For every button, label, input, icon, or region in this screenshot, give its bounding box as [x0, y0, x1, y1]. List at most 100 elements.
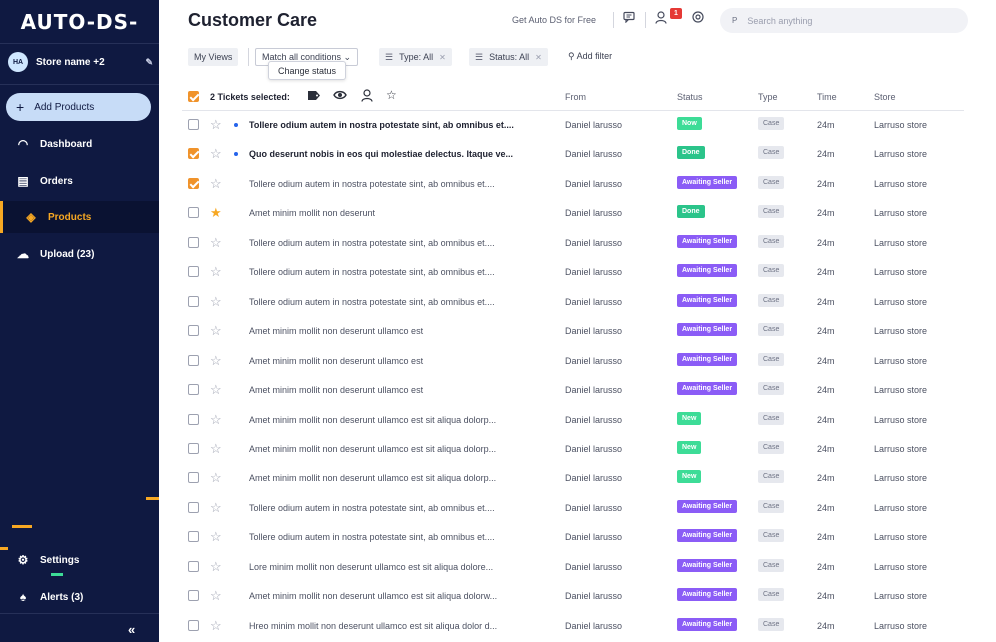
status-badge[interactable]: Awaiting Seller — [677, 499, 738, 513]
table-row[interactable]: ☆ Hreo minim mollit non deserunt ullamco … — [182, 612, 964, 641]
star-icon[interactable]: ★ — [210, 205, 222, 221]
search-bar[interactable]: P — [720, 8, 968, 33]
get-auto-ds-link[interactable]: Get Auto DS for Free — [512, 15, 596, 25]
row-checkbox[interactable] — [188, 148, 199, 160]
ticket-subject[interactable]: Tollere odium autem in nostra potestate … — [249, 120, 514, 130]
column-header-store[interactable]: Store — [874, 92, 896, 102]
close-icon[interactable]: ✕ — [439, 53, 446, 62]
ticket-subject[interactable]: Tollere odium autem in nostra potestate … — [249, 297, 495, 307]
table-row[interactable]: ☆ Tollere odium autem in nostra potestate… — [182, 494, 964, 523]
status-filter-chip[interactable]: ☰ Status: All ✕ — [469, 48, 548, 66]
star-icon[interactable]: ☆ — [210, 235, 222, 251]
search-input[interactable] — [747, 15, 948, 26]
star-icon[interactable]: ☆ — [210, 470, 222, 486]
status-badge[interactable]: Awaiting Seller — [677, 234, 738, 248]
star-icon[interactable]: ☆ — [210, 264, 222, 280]
star-icon[interactable]: ☆ — [210, 588, 222, 604]
pencil-icon[interactable]: ✎ — [145, 57, 153, 68]
row-checkbox[interactable] — [188, 295, 199, 307]
eye-icon[interactable] — [333, 89, 347, 104]
row-checkbox[interactable] — [188, 619, 199, 631]
star-icon[interactable]: ☆ — [210, 323, 222, 339]
star-icon[interactable]: ☆ — [210, 500, 222, 516]
table-row[interactable]: ☆ Tollere odium autem in nostra potestate… — [182, 258, 964, 287]
ticket-subject[interactable]: Tollere odium autem in nostra potestate … — [249, 503, 495, 513]
star-icon[interactable]: ☆ — [210, 529, 222, 545]
row-checkbox[interactable] — [188, 354, 199, 366]
ticket-subject[interactable]: Quo deserunt nobis in eos qui molestiae … — [249, 149, 513, 159]
logo[interactable]: AUTO-DS- — [0, 0, 159, 44]
row-checkbox[interactable] — [188, 560, 199, 572]
table-row[interactable]: ☆ Amet minim mollit non deserunt ullamco … — [182, 435, 964, 464]
table-row[interactable]: ☆ Amet minim mollit non deserunt ullamco … — [182, 317, 964, 346]
sidebar-item-orders[interactable]: ▤ Orders — [0, 165, 159, 197]
store-selector[interactable]: HA Store name +2 ✎ — [8, 50, 153, 74]
ticket-subject[interactable]: Tollere odium autem in nostra potestate … — [249, 532, 495, 542]
status-badge[interactable]: Awaiting Seller — [677, 529, 738, 543]
star-icon[interactable]: ☆ — [210, 559, 222, 575]
collapse-sidebar-icon[interactable]: « — [128, 622, 135, 637]
column-header-status[interactable]: Status — [677, 92, 703, 102]
user-icon[interactable] — [655, 11, 667, 27]
ticket-subject[interactable]: Amet minim mollit non deserunt ullamco e… — [249, 385, 423, 395]
status-badge[interactable]: New — [677, 411, 702, 425]
status-badge[interactable]: Done — [677, 146, 705, 160]
star-icon[interactable]: ☆ — [210, 176, 222, 192]
star-icon[interactable]: ☆ — [210, 146, 222, 162]
sidebar-item-dashboard[interactable]: ◠ Dashboard — [0, 128, 159, 160]
ticket-subject[interactable]: Tollere odium autem in nostra potestate … — [249, 267, 495, 277]
my-views-button[interactable]: My Views — [188, 48, 239, 66]
row-checkbox[interactable] — [188, 236, 199, 248]
status-badge[interactable]: Done — [677, 205, 705, 219]
ticket-subject[interactable]: Amet minim mollit non deserunt ullamco e… — [249, 356, 423, 366]
table-row[interactable]: ☆ Amet minim mollit non deserunt ullamco … — [182, 376, 964, 405]
status-badge[interactable]: Awaiting Seller — [677, 588, 738, 602]
table-row[interactable]: ☆ Amet minim mollit non deserunt ullamco … — [182, 582, 964, 611]
ticket-subject[interactable]: Amet minim mollit non deserunt ullamco e… — [249, 591, 497, 601]
row-checkbox[interactable] — [188, 177, 199, 189]
ticket-subject[interactable]: Tollere odium autem in nostra potestate … — [249, 179, 495, 189]
star-icon[interactable]: ☆ — [210, 382, 222, 398]
row-checkbox[interactable] — [188, 531, 199, 543]
status-badge[interactable]: Awaiting Seller — [677, 175, 738, 189]
row-checkbox[interactable] — [188, 413, 199, 425]
select-all-checkbox[interactable] — [188, 91, 199, 102]
help-icon[interactable] — [692, 11, 704, 26]
status-badge[interactable]: Awaiting Seller — [677, 382, 738, 396]
status-badge[interactable]: Awaiting Seller — [677, 323, 738, 337]
sidebar-item-alerts[interactable]: ♠ Alerts (3) — [0, 581, 159, 613]
status-badge[interactable]: Now — [677, 117, 702, 130]
table-row[interactable]: ☆ Amet minim mollit non deserunt ullamco … — [182, 406, 964, 435]
sidebar-item-settings[interactable]: ⚙ Settings — [0, 544, 159, 576]
sidebar-item-products[interactable]: ◈ Products — [0, 201, 159, 233]
close-icon[interactable]: ✕ — [535, 53, 542, 62]
star-icon[interactable]: ☆ — [210, 294, 222, 310]
column-header-type[interactable]: Type — [758, 92, 778, 102]
table-row[interactable]: ☆ Lore minim mollit non deserunt ullamco … — [182, 553, 964, 582]
row-checkbox[interactable] — [188, 442, 199, 454]
ticket-subject[interactable]: Hreo minim mollit non deserunt ullamco e… — [249, 621, 497, 631]
table-row[interactable]: ☆ Tollere odium autem in nostra potestate… — [182, 111, 964, 140]
row-checkbox[interactable] — [188, 119, 199, 130]
ticket-subject[interactable]: Amet minim mollit non deserunt — [249, 208, 375, 218]
ticket-subject[interactable]: Amet minim mollit non deserunt ullamco e… — [249, 326, 423, 336]
ticket-subject[interactable]: Lore minim mollit non deserunt ullamco e… — [249, 562, 493, 572]
column-header-from[interactable]: From — [565, 92, 586, 102]
table-row[interactable]: ☆ Quo deserunt nobis in eos qui molestiae… — [182, 140, 964, 169]
column-header-time[interactable]: Time — [817, 92, 837, 102]
row-checkbox[interactable] — [188, 501, 199, 513]
status-badge[interactable]: Awaiting Seller — [677, 352, 738, 366]
table-row[interactable]: ☆ Amet minim mollit non deserunt ullamco … — [182, 347, 964, 376]
table-row[interactable]: ☆ Amet minim mollit non deserunt ullamco … — [182, 464, 964, 493]
table-row[interactable]: ★ Amet minim mollit non deserunt Daniel la… — [182, 199, 964, 228]
sidebar-item-upload[interactable]: ☁ Upload (23) — [0, 238, 159, 270]
status-badge[interactable]: New — [677, 440, 702, 454]
status-badge[interactable]: New — [677, 470, 702, 484]
table-row[interactable]: ☆ Tollere odium autem in nostra potestate… — [182, 170, 964, 199]
row-checkbox[interactable] — [188, 384, 199, 396]
ticket-subject[interactable]: Amet minim mollit non deserunt ullamco e… — [249, 415, 496, 425]
star-icon[interactable]: ☆ — [210, 117, 222, 133]
type-filter-chip[interactable]: ☰ Type: All ✕ — [379, 48, 452, 66]
chat-icon[interactable] — [623, 11, 635, 26]
status-badge[interactable]: Awaiting Seller — [677, 617, 738, 631]
